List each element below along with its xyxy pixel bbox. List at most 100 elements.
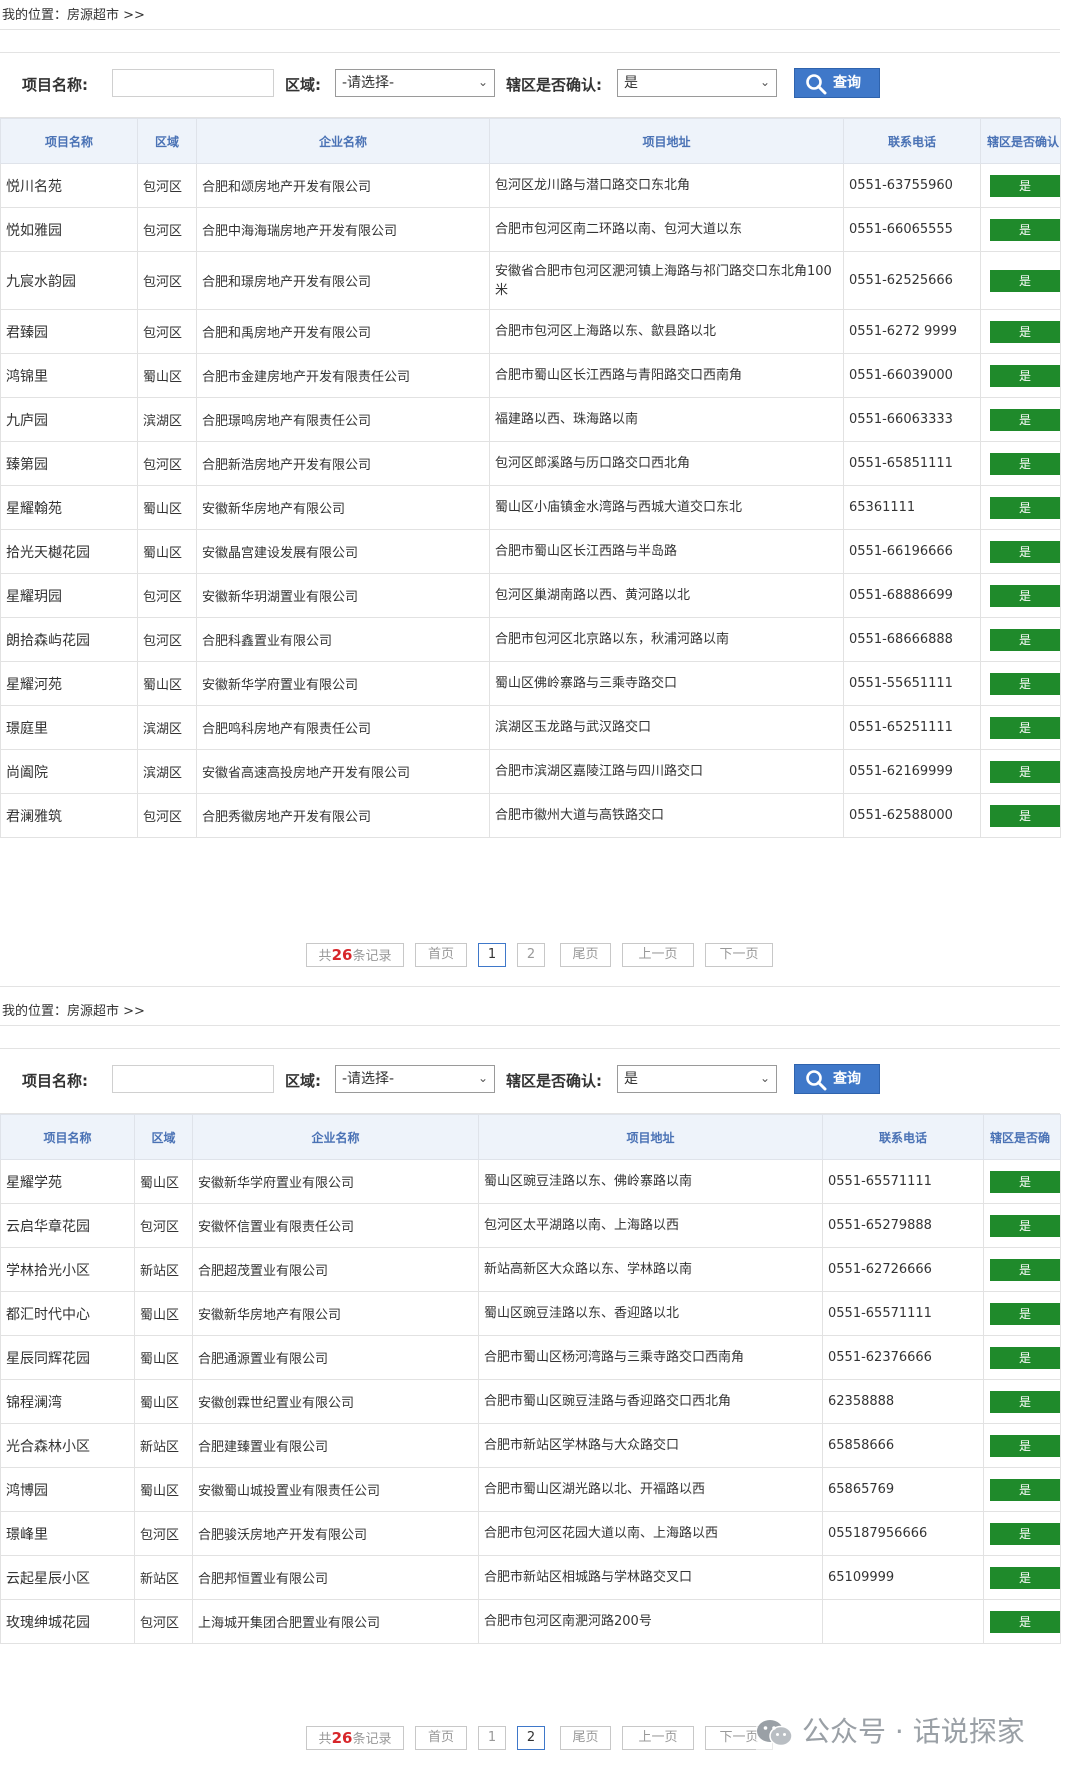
first-page-button[interactable]: 首页	[415, 943, 467, 967]
cell-phone: 65361111	[843, 485, 981, 530]
cell-address: 新站高新区大众路以东、学林路以南	[478, 1247, 823, 1292]
prev-page-button[interactable]: 上一页	[622, 943, 694, 967]
cell-phone: 0551-66065555	[843, 207, 981, 252]
cell-company: 合肥通源置业有限公司	[192, 1335, 479, 1380]
watermark: 公众号 · 话说探家	[756, 1712, 1031, 1752]
confirm-select[interactable]: 是 ⌄	[617, 1065, 777, 1093]
cell-status: 是	[980, 207, 1061, 252]
cell-area: 包河区	[137, 617, 197, 662]
cell-status: 是	[980, 573, 1061, 618]
project-name-input[interactable]	[112, 1065, 274, 1093]
page-2-button[interactable]: 2	[517, 1726, 545, 1750]
page-1-button[interactable]: 1	[478, 1726, 506, 1750]
cell-name: 臻第园	[0, 441, 138, 486]
results-table: 项目名称 区域 企业名称 项目地址 联系电话 辖区是否确认 悦川名苑 包河区 合肥和…	[0, 118, 1061, 838]
area-label: 区域:	[285, 1072, 321, 1090]
last-page-button[interactable]: 尾页	[560, 1726, 611, 1750]
column-header[interactable]: 项目地址	[489, 118, 844, 164]
cell-status: 是	[983, 1247, 1061, 1292]
column-header[interactable]: 企业名称	[196, 118, 490, 164]
first-page-button[interactable]: 首页	[415, 1726, 467, 1750]
table-row: 星耀河苑 蜀山区 安徽新华学府置业有限公司 蜀山区佛岭寨路与三乘寺路交口 0551-55…	[0, 661, 1061, 706]
table-row: 九宸水韵园 包河区 合肥和璟房地产开发有限公司 安徽省合肥市包河区淝河镇上海路与祁门路…	[0, 251, 1061, 310]
cell-name: 都汇时代中心	[0, 1291, 135, 1336]
cell-area: 新站区	[134, 1423, 193, 1468]
query-button-label: 查询	[833, 1071, 861, 1087]
cell-company: 安徽晶宫建设发展有限公司	[196, 529, 490, 574]
column-header[interactable]: 联系电话	[843, 118, 981, 164]
cell-phone: 0551-65571111	[822, 1291, 984, 1336]
table-header-row: 项目名称 区域 企业名称 项目地址 联系电话 辖区是否确认	[0, 118, 1061, 164]
column-header[interactable]: 联系电话	[822, 1114, 984, 1160]
search-icon	[806, 1070, 827, 1091]
query-button[interactable]: 查询	[794, 68, 880, 98]
cell-name: 悦川名苑	[0, 163, 138, 208]
cell-area: 滨湖区	[137, 397, 197, 442]
page-1-button[interactable]: 1	[478, 943, 506, 967]
column-header[interactable]: 企业名称	[192, 1114, 479, 1160]
next-page-button[interactable]: 下一页	[705, 943, 773, 967]
column-header[interactable]: 项目地址	[478, 1114, 823, 1160]
project-name-input[interactable]	[112, 69, 274, 97]
cell-address: 蜀山区豌豆洼路以东、香迎路以北	[478, 1291, 823, 1336]
status-badge: 是	[990, 1522, 1060, 1545]
column-header[interactable]: 区域	[137, 118, 197, 164]
cell-name: 星耀河苑	[0, 661, 138, 706]
column-header[interactable]: 区域	[134, 1114, 193, 1160]
cell-status: 是	[983, 1423, 1061, 1468]
confirm-select[interactable]: 是 ⌄	[617, 69, 777, 97]
column-header[interactable]: 项目名称	[0, 118, 138, 164]
search-toolbar: 项目名称: 区域: -请选择- ⌄ 辖区是否确认: 是 ⌄ 查询	[0, 1048, 1060, 1114]
status-badge: 是	[990, 1390, 1060, 1413]
status-badge: 是	[990, 760, 1060, 783]
last-page-button[interactable]: 尾页	[560, 943, 611, 967]
cell-area: 包河区	[137, 441, 197, 486]
column-header[interactable]: 辖区是否确认	[980, 118, 1061, 164]
watermark-text: 公众号 · 话说探家	[802, 1715, 1025, 1748]
cell-status: 是	[980, 397, 1061, 442]
column-header[interactable]: 辖区是否确	[983, 1114, 1061, 1160]
table-row: 拾光天樾花园 蜀山区 安徽晶宫建设发展有限公司 合肥市蜀山区长江西路与半岛路 0551-…	[0, 529, 1061, 574]
page-2-button[interactable]: 2	[517, 943, 545, 967]
cell-phone: 65109999	[822, 1555, 984, 1600]
cell-address: 合肥市包河区北京路以东，秋浦河路以南	[489, 617, 844, 662]
cell-company: 合肥邦恒置业有限公司	[192, 1555, 479, 1600]
chevron-down-icon: ⌄	[477, 1071, 488, 1085]
cell-address: 合肥市新站区相城路与学林路交叉口	[478, 1555, 823, 1600]
prev-page-button[interactable]: 上一页	[622, 1726, 694, 1750]
pagination: 共26条记录 首页 1 2 尾页 上一页 下一页	[0, 943, 1060, 967]
cell-area: 蜀山区	[134, 1291, 193, 1336]
status-badge: 是	[990, 540, 1060, 563]
table-row: 臻第园 包河区 合肥新浩房地产开发有限公司 包河区郎溪路与历口路交口西北角 0551-6…	[0, 441, 1061, 486]
cell-address: 滨湖区玉龙路与武汉路交口	[489, 705, 844, 750]
table-row: 光合森林小区 新站区 合肥建臻置业有限公司 合肥市新站区学林路与大众路交口 658586…	[0, 1423, 1061, 1468]
cell-name: 拾光天樾花园	[0, 529, 138, 574]
cell-company: 安徽新华学府置业有限公司	[192, 1159, 479, 1204]
divider	[0, 29, 1060, 30]
query-button[interactable]: 查询	[794, 1064, 880, 1094]
cell-company: 安徽省高速高投房地产开发有限公司	[196, 749, 490, 794]
cell-address: 合肥市蜀山区长江西路与半岛路	[489, 529, 844, 574]
cell-status: 是	[980, 529, 1061, 574]
status-badge: 是	[990, 320, 1060, 343]
cell-name: 朗拾森屿花园	[0, 617, 138, 662]
status-badge: 是	[990, 1302, 1060, 1325]
cell-company: 安徽创霖世纪置业有限公司	[192, 1379, 479, 1424]
status-badge: 是	[990, 1170, 1060, 1193]
column-header[interactable]: 项目名称	[0, 1114, 135, 1160]
wechat-icon	[757, 1720, 793, 1747]
cell-name: 尚阖院	[0, 749, 138, 794]
cell-phone: 65865769	[822, 1467, 984, 1512]
cell-phone: 0551-65279888	[822, 1203, 984, 1248]
cell-phone: 0551-68886699	[843, 573, 981, 618]
cell-address: 合肥市蜀山区湖光路以北、开福路以西	[478, 1467, 823, 1512]
area-select-value: -请选择-	[342, 1071, 395, 1087]
cell-name: 星耀翰苑	[0, 485, 138, 530]
area-select[interactable]: -请选择- ⌄	[335, 69, 495, 97]
cell-name: 云起星辰小区	[0, 1555, 135, 1600]
area-select[interactable]: -请选择- ⌄	[335, 1065, 495, 1093]
cell-company: 安徽怀信置业有限责任公司	[192, 1203, 479, 1248]
cell-address: 蜀山区佛岭寨路与三乘寺路交口	[489, 661, 844, 706]
table-row: 星耀学苑 蜀山区 安徽新华学府置业有限公司 蜀山区豌豆洼路以东、佛岭寨路以南 0551-…	[0, 1159, 1061, 1204]
table-row: 君澜雅筑 包河区 合肥秀徽房地产开发有限公司 合肥市徽州大道与高铁路交口 0551-62…	[0, 793, 1061, 838]
